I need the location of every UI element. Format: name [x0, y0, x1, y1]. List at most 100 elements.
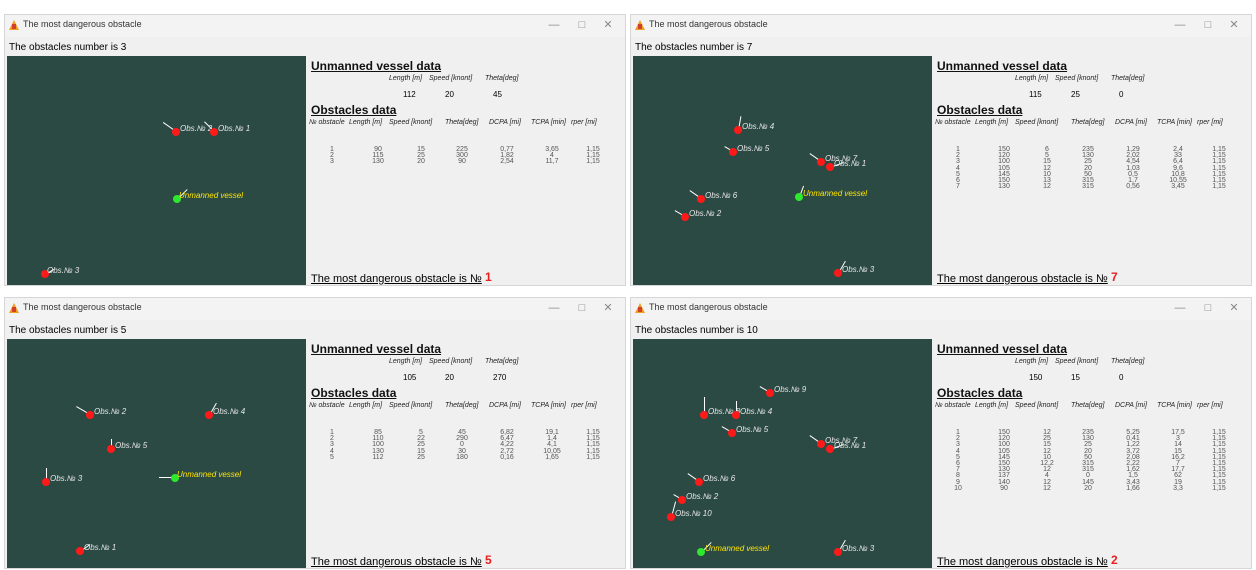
- own-vessel-marker[interactable]: [795, 193, 803, 201]
- maximize-button[interactable]: □: [1195, 300, 1221, 317]
- obstacle-marker[interactable]: [695, 478, 703, 486]
- obstacle-label: Obs.№ 9: [774, 385, 807, 394]
- obstacle-column-header: TCPA [min]: [531, 402, 567, 409]
- table-column: 1,29 2,02 4,54 1,03 0,5 1,7 0,56: [1126, 146, 1140, 191]
- table-column: 1 2 3 4 5 6 7: [956, 146, 960, 191]
- close-button[interactable]: ✕: [1221, 300, 1247, 317]
- vessel-value: 20: [445, 373, 454, 382]
- obstacles-data-heading: Obstacles data: [937, 386, 1023, 400]
- obstacle-column-header: DCPA [mi]: [1115, 119, 1147, 126]
- obstacle-marker[interactable]: [728, 429, 736, 437]
- most-dangerous-number: 7: [1111, 270, 1118, 284]
- most-dangerous-number: 1: [485, 270, 492, 284]
- minimize-button[interactable]: —: [541, 300, 567, 317]
- window-title: The most dangerous obstacle: [23, 19, 142, 29]
- maximize-button[interactable]: □: [1195, 17, 1221, 34]
- table-column: 90 115 130: [372, 146, 384, 166]
- obstacle-label: Obs.№ 3: [842, 544, 875, 553]
- obstacle-label: Obs.№ 3: [47, 266, 80, 275]
- obstacle-marker[interactable]: [834, 269, 842, 277]
- data-panel: Unmanned vessel data Length [m] Speed [kno…: [309, 59, 625, 285]
- obstacle-marker[interactable]: [826, 163, 834, 171]
- table-column: 17,5 3 14 15 16,2 7 17,7 62 19 3,3: [1171, 429, 1185, 492]
- minimize-button[interactable]: —: [1167, 300, 1193, 317]
- table-column: 2,4 33 6,4 9,6 10,8 10,55 3,45: [1169, 146, 1187, 191]
- minimize-button[interactable]: —: [1167, 17, 1193, 34]
- radar-canvas: Obs.№ 2 Obs.№ 4 Obs.№ 5 Obs.№ 3 Unmanned ves…: [7, 339, 306, 568]
- obstacle-column-header: DCPA [mi]: [489, 119, 521, 126]
- obstacle-column-header: № obstacle: [935, 402, 971, 409]
- obstacle-column-header: TCPA [min]: [531, 119, 567, 126]
- obstacle-marker[interactable]: [86, 411, 94, 419]
- obstacle-column-header: rper [mi]: [1197, 119, 1223, 126]
- obstacle-column-header: rper [mi]: [1197, 402, 1223, 409]
- title-bar: The most dangerous obstacle — □ ✕: [5, 15, 625, 37]
- table-column: 1,15 1,15 1,15 1,15 1,15: [586, 429, 600, 461]
- obstacle-marker[interactable]: [76, 547, 84, 555]
- obstacle-marker[interactable]: [42, 478, 50, 486]
- obstacle-marker[interactable]: [205, 411, 213, 419]
- table-column: 1 2 3 4 5: [330, 429, 334, 461]
- obstacle-marker[interactable]: [210, 128, 218, 136]
- table-column: 85 110 100 130 112: [372, 429, 384, 461]
- obstacle-marker[interactable]: [734, 126, 742, 134]
- obstacles-count-label: The obstacles number is 3: [9, 42, 127, 53]
- obstacle-marker[interactable]: [826, 445, 834, 453]
- obstacle-label: Obs.№ 2: [686, 492, 719, 501]
- obstacle-marker[interactable]: [681, 213, 689, 221]
- obstacle-column-header: Speed [knont]: [1015, 402, 1059, 409]
- table-column: 19,1 1,4 4,1 10,05 1,65: [543, 429, 561, 461]
- vessel-column-header: Length [m]: [1015, 358, 1049, 365]
- vessel-value: 150: [1029, 373, 1043, 382]
- obstacle-label: Obs.№ 1: [218, 124, 251, 133]
- obstacle-marker[interactable]: [834, 548, 842, 556]
- obstacle-label: Obs.№ 5: [115, 441, 148, 450]
- maximize-button[interactable]: □: [569, 300, 595, 317]
- obstacle-marker[interactable]: [766, 389, 774, 397]
- obstacles-data-heading: Obstacles data: [311, 386, 397, 400]
- own-vessel-label: Unmanned vessel: [179, 191, 244, 200]
- obstacle-marker[interactable]: [697, 195, 705, 203]
- obstacles-count-label: The obstacles number is 10: [635, 325, 758, 336]
- own-vessel-marker[interactable]: [697, 548, 705, 556]
- app-warning-icon: [635, 303, 645, 313]
- close-button[interactable]: ✕: [595, 17, 621, 34]
- vessel-column-header: Theta[deg]: [485, 358, 519, 365]
- obstacle-marker[interactable]: [107, 445, 115, 453]
- vessel-value: 0: [1119, 373, 1124, 382]
- app-warning-icon: [635, 20, 645, 30]
- data-panel: Unmanned vessel data Length [m] Speed [kno…: [935, 59, 1251, 285]
- table-column: 15 25 20: [417, 146, 425, 166]
- close-button[interactable]: ✕: [595, 300, 621, 317]
- table-column: 6 5 15 12 10 13 12: [1043, 146, 1051, 191]
- obstacle-column-header: DCPA [mi]: [1115, 402, 1147, 409]
- obstacle-marker[interactable]: [817, 440, 825, 448]
- obstacle-column-header: № obstacle: [309, 402, 345, 409]
- own-vessel-label: Unmanned vessel: [803, 189, 868, 198]
- obstacle-marker[interactable]: [667, 513, 675, 521]
- obstacle-marker[interactable]: [817, 158, 825, 166]
- table-column: 45 290 0 30 180: [456, 429, 468, 461]
- obstacle-marker[interactable]: [700, 411, 708, 419]
- data-panel: Unmanned vessel data Length [m] Speed [kno…: [935, 342, 1251, 568]
- minimize-button[interactable]: —: [541, 17, 567, 34]
- table-column: 5 22 25 15 25: [417, 429, 425, 461]
- window-title: The most dangerous obstacle: [649, 19, 768, 29]
- app-warning-icon: [9, 20, 19, 30]
- obstacle-column-header: Speed [knont]: [1015, 119, 1059, 126]
- table-column: 0,77 1,82 2,54: [500, 146, 514, 166]
- vessel-column-header: Speed [knont]: [1055, 358, 1099, 365]
- obstacle-label: Obs.№ 4: [213, 407, 246, 416]
- vessel-value: 112: [403, 90, 416, 99]
- close-button[interactable]: ✕: [1221, 17, 1247, 34]
- table-column: 150 120 100 105 145 150 130: [998, 146, 1010, 191]
- obstacle-marker[interactable]: [732, 411, 740, 419]
- obstacle-marker[interactable]: [729, 148, 737, 156]
- vessel-column-header: Length [m]: [389, 358, 423, 365]
- obstacle-column-header: Theta[deg]: [445, 119, 479, 126]
- maximize-button[interactable]: □: [569, 17, 595, 34]
- table-column: 6,82 6,47 4,22 2,72 0,16: [500, 429, 514, 461]
- obstacle-marker[interactable]: [678, 496, 686, 504]
- obstacle-marker[interactable]: [172, 128, 180, 136]
- title-bar: The most dangerous obstacle — □ ✕: [631, 15, 1251, 37]
